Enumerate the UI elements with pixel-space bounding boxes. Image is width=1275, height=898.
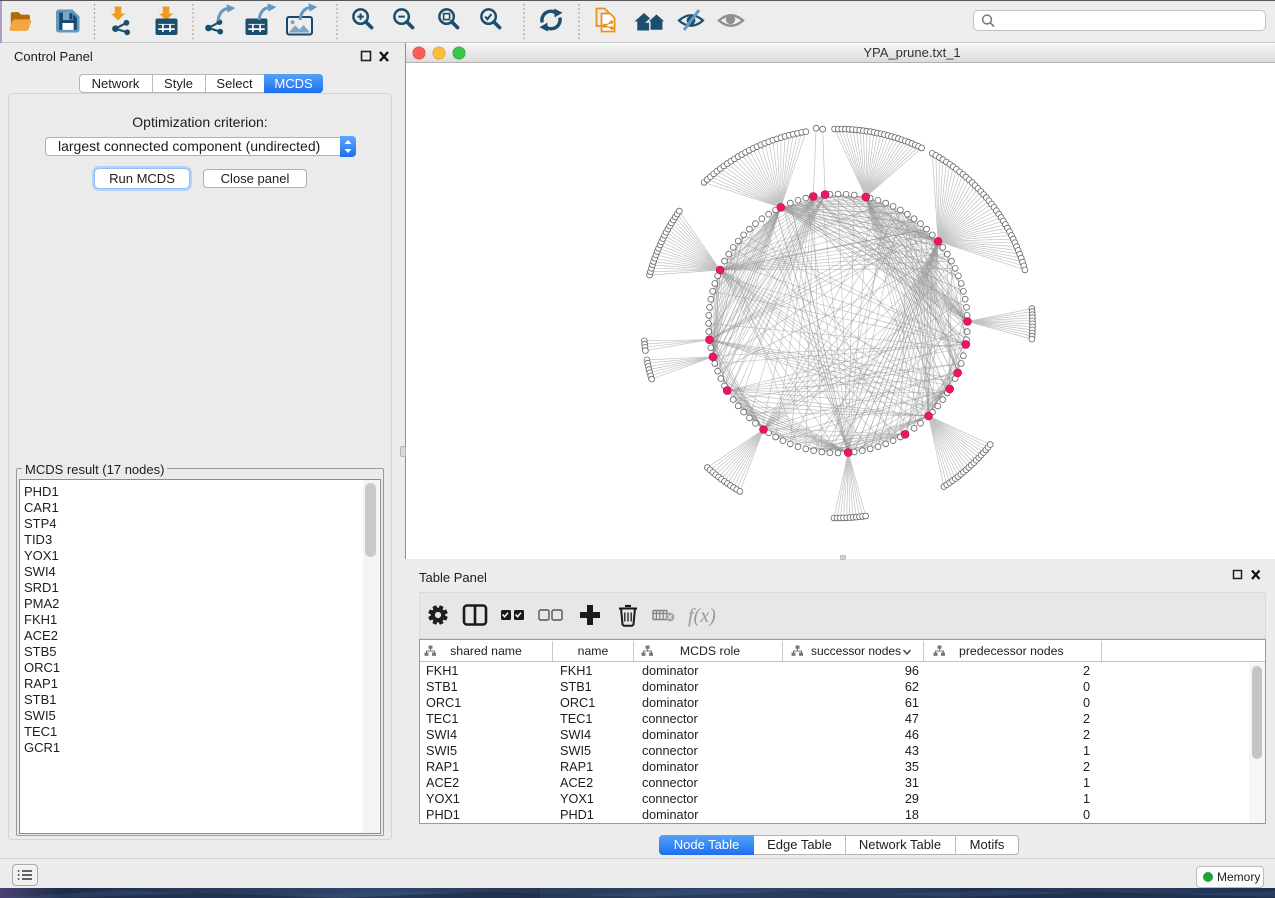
svg-text:f(x): f(x) xyxy=(688,605,716,627)
